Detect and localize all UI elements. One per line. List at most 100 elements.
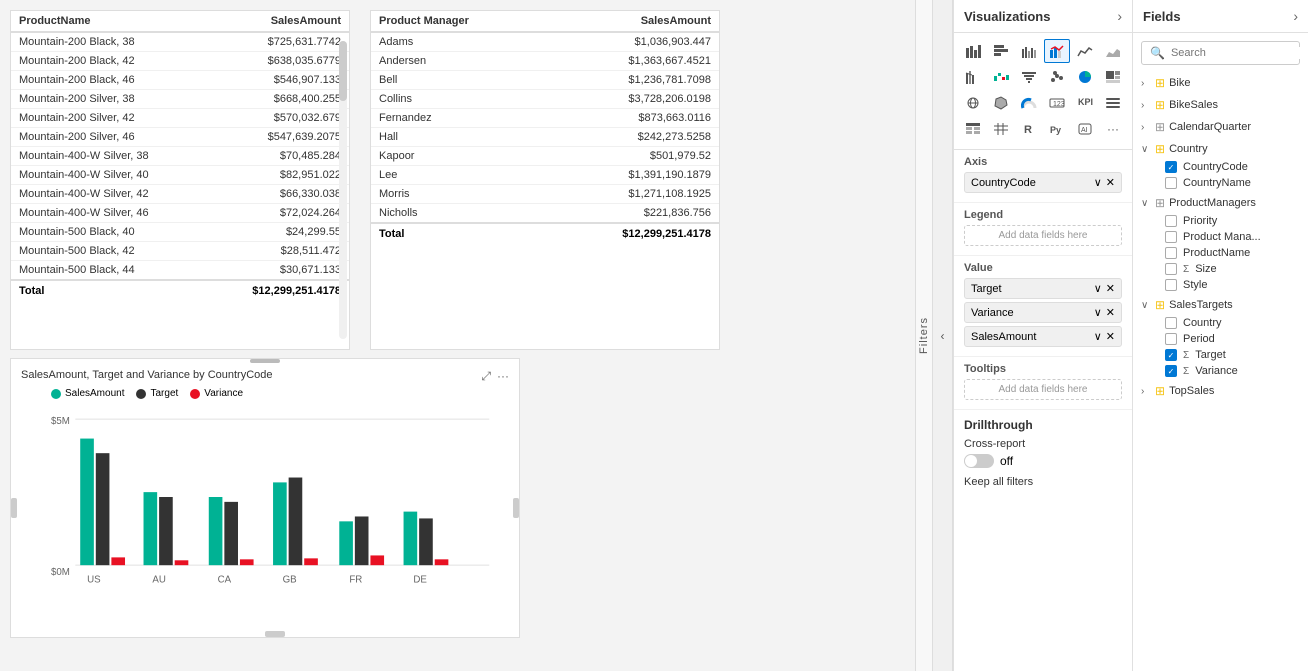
chevron-down-icon[interactable]: ∨ [1094, 176, 1102, 189]
viz-icon-slicer[interactable] [1100, 91, 1126, 115]
table-cell: $3,728,206.0198 [546, 90, 719, 109]
fields-tree: › ⊞ Bike › ⊞ BikeSales › ⊞ CalendarQuart… [1133, 73, 1308, 671]
field-checkbox[interactable]: ✓ [1165, 161, 1177, 173]
viz-icon-line[interactable] [1072, 39, 1098, 63]
resize-left[interactable] [11, 498, 17, 518]
list-item[interactable]: ✓ΣTarget [1161, 347, 1300, 363]
field-group-header-country[interactable]: ∨ ⊞ Country [1141, 139, 1300, 159]
search-input[interactable] [1171, 47, 1308, 59]
list-item[interactable]: Period [1161, 331, 1300, 347]
close-icon[interactable]: ✕ [1106, 176, 1115, 189]
table-cell: $72,024.264 [208, 204, 349, 223]
field-checkbox[interactable] [1165, 231, 1177, 243]
fields-panel-close[interactable]: › [1293, 8, 1298, 24]
chart-drag-handle[interactable] [250, 359, 280, 363]
list-item[interactable]: ProductName [1161, 245, 1300, 261]
table1-scrollbar[interactable] [339, 41, 347, 339]
svg-text:KPI: KPI [1078, 97, 1093, 107]
close-icon[interactable]: ✕ [1106, 306, 1115, 319]
viz-icon-card[interactable]: 123 [1044, 91, 1070, 115]
viz-icon-treemap[interactable] [1100, 65, 1126, 89]
viz-icon-table[interactable] [960, 117, 986, 141]
field-checkbox[interactable] [1165, 263, 1177, 275]
viz-icon-filled-map[interactable] [988, 91, 1014, 115]
resize-bottom[interactable] [265, 631, 285, 637]
field-group-header-salestargets[interactable]: ∨ ⊞ SalesTargets [1141, 295, 1300, 315]
viz-icon-r[interactable]: R [1016, 117, 1042, 141]
bar-au-target [159, 497, 173, 565]
viz-icon-ribbon[interactable] [960, 65, 986, 89]
value-field-variance[interactable]: Variance ∨ ✕ [964, 302, 1122, 323]
list-item[interactable]: ΣSize [1161, 261, 1300, 277]
field-group-header-productmanagers[interactable]: ∨ ⊞ ProductManagers [1141, 193, 1300, 213]
list-item[interactable]: Product Mana... [1161, 229, 1300, 245]
value-field-sales[interactable]: SalesAmount ∨ ✕ [964, 326, 1122, 347]
viz-icon-ai[interactable]: AI [1072, 117, 1098, 141]
list-item[interactable]: Style [1161, 277, 1300, 293]
field-group-name: SalesTargets [1169, 299, 1233, 311]
chevron-down-icon[interactable]: ∨ [1094, 330, 1102, 343]
toggle-track[interactable] [964, 454, 994, 468]
table-cell: $638,035.6779 [208, 52, 349, 71]
chevron-down-icon[interactable]: ∨ [1094, 306, 1102, 319]
list-item[interactable]: Priority [1161, 213, 1300, 229]
toggle-off-label: off [1000, 454, 1013, 468]
viz-icon-funnel[interactable] [1016, 65, 1042, 89]
field-checkbox[interactable] [1165, 215, 1177, 227]
table-row: Mountain-200 Silver, 42$570,032.679 [11, 109, 349, 128]
value-field-target[interactable]: Target ∨ ✕ [964, 278, 1122, 299]
viz-value-section: Value Target ∨ ✕ Variance ∨ ✕ SalesAmoun… [954, 256, 1132, 357]
field-group-header-bikesales[interactable]: › ⊞ BikeSales [1141, 95, 1300, 115]
field-checkbox[interactable] [1165, 177, 1177, 189]
list-item[interactable]: Country [1161, 315, 1300, 331]
axis-field-chip[interactable]: CountryCode ∨ ✕ [964, 172, 1122, 193]
list-item[interactable]: ✓ΣVariance [1161, 363, 1300, 379]
bar-gb-sales [273, 482, 287, 565]
viz-icon-bar[interactable] [960, 39, 986, 63]
table-row: Fernandez$873,663.0116 [371, 109, 719, 128]
close-icon[interactable]: ✕ [1106, 330, 1115, 343]
field-checkbox[interactable] [1165, 279, 1177, 291]
field-group-header-calendarquarter[interactable]: › ⊞ CalendarQuarter [1141, 117, 1300, 137]
viz-panel-arrow[interactable]: › [1117, 8, 1122, 24]
list-item[interactable]: ✓CountryCode [1161, 159, 1300, 175]
viz-icon-kpi[interactable]: KPI [1072, 91, 1098, 115]
resize-right[interactable] [513, 498, 519, 518]
field-checkbox[interactable] [1165, 333, 1177, 345]
viz-icon-more[interactable]: ··· [1100, 117, 1126, 141]
chevron-down-icon[interactable]: ∨ [1094, 282, 1102, 295]
viz-icon-gauge[interactable] [1016, 91, 1042, 115]
field-checkbox[interactable] [1165, 317, 1177, 329]
nav-arrow-left[interactable]: ‹ [933, 0, 953, 671]
field-group-header-topsales[interactable]: › ⊞ TopSales [1141, 381, 1300, 401]
viz-icon-map[interactable] [960, 91, 986, 115]
more-icon[interactable]: ··· [497, 369, 509, 384]
close-icon[interactable]: ✕ [1106, 282, 1115, 295]
viz-icon-pie[interactable] [1072, 65, 1098, 89]
field-checkbox[interactable]: ✓ [1165, 365, 1177, 377]
field-checkbox[interactable] [1165, 247, 1177, 259]
expand-icon[interactable]: ⤢ [481, 369, 491, 384]
field-group-header-bike[interactable]: › ⊞ Bike [1141, 73, 1300, 93]
bar-ca-sales [209, 497, 223, 565]
viz-icon-bar-h[interactable] [988, 39, 1014, 63]
table-cell: $873,663.0116 [546, 109, 719, 128]
table2-footer-label: Total [371, 223, 546, 244]
viz-icons-row-4: R Py AI ··· [960, 117, 1126, 141]
viz-icon-waterfall[interactable] [988, 65, 1014, 89]
table-cell: Morris [371, 185, 546, 204]
field-checkbox[interactable]: ✓ [1165, 349, 1177, 361]
viz-icon-matrix[interactable] [988, 117, 1014, 141]
chart-header: SalesAmount, Target and Variance by Coun… [21, 369, 509, 384]
viz-icon-python[interactable]: Py [1044, 117, 1070, 141]
viz-value-title: Value [964, 262, 1122, 274]
list-item[interactable]: CountryName [1161, 175, 1300, 191]
viz-icon-scatter[interactable] [1044, 65, 1070, 89]
bar-us-sales [80, 439, 94, 566]
viz-icon-clustered[interactable] [1016, 39, 1042, 63]
viz-icon-area[interactable] [1100, 39, 1126, 63]
viz-icon-line-bar[interactable] [1044, 39, 1070, 63]
filters-sidebar[interactable]: Filters [915, 0, 933, 671]
toggle-switch[interactable]: off [964, 454, 1122, 468]
field-item-label: Product Mana... [1183, 231, 1261, 243]
